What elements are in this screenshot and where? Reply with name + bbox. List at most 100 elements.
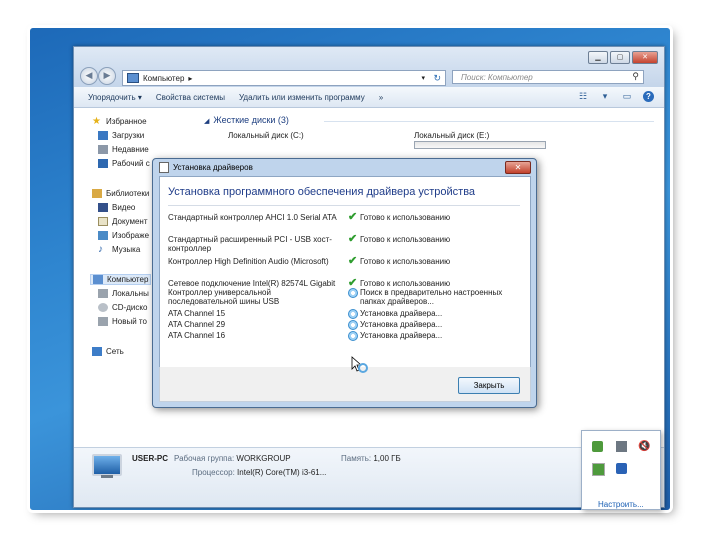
device-status-text: Готово к использованию [360, 235, 451, 244]
help-icon[interactable]: ? [643, 91, 654, 102]
dialog-body: Установка программного обеспечения драйв… [159, 176, 531, 368]
memory-value: 1,00 ГБ [373, 454, 401, 463]
collapse-triangle-icon[interactable]: ◢ [204, 118, 209, 125]
address-bar[interactable]: Компьютер ▸ ▾ ↻ [122, 70, 446, 86]
chevron-down-icon[interactable]: ▾ [599, 91, 611, 102]
group-header[interactable]: ◢ Жесткие диски (3) [204, 115, 289, 125]
device-name: Сетевое подключение Intel(R) 82574L Giga… [168, 279, 336, 288]
group-divider [324, 121, 654, 122]
driver-icon [159, 162, 169, 173]
sidebar-item-local-disk[interactable]: Локальны [98, 289, 149, 298]
dialog-close-icon[interactable]: ✕ [505, 161, 531, 174]
sidebar-item-music[interactable]: ♪ Музыка [98, 245, 141, 255]
device-status: ✔ Готово к использованию [348, 278, 528, 289]
preview-pane-icon[interactable]: ▭ [621, 91, 633, 102]
sidebar-item-desktop[interactable]: Рабочий с [98, 159, 150, 168]
close-window-button[interactable]: ✕ [632, 51, 658, 64]
sidebar-item-libraries[interactable]: Библиотеки [92, 189, 149, 198]
search-input[interactable]: Поиск: Компьютер ⚲ [452, 70, 644, 84]
dialog-heading: Установка программного обеспечения драйв… [168, 186, 476, 198]
dialog-divider [168, 205, 520, 206]
sidebar-item-documents[interactable]: Документ [98, 217, 148, 226]
screenshot-frame: ▁ ▢ ✕ ◀ ▶ Компьютер ▸ ▾ ↻ Поиск: Компьют… [30, 28, 670, 510]
close-button[interactable]: Закрыть [458, 377, 520, 394]
libraries-icon [92, 189, 102, 198]
documents-icon [98, 217, 108, 226]
sidebar-item-downloads[interactable]: Загрузки [98, 131, 144, 140]
device-status-text: Установка драйвера... [360, 309, 443, 318]
disk-c-label[interactable]: Локальный диск (C:) [228, 131, 304, 140]
safely-remove-icon[interactable] [592, 441, 603, 452]
search-icon[interactable]: ⚲ [632, 71, 639, 82]
device-status: ✔ Готово к использованию [348, 234, 528, 245]
sidebar-item-label: Загрузки [112, 131, 145, 140]
sidebar-item-label: Компьютер [107, 275, 149, 284]
device-name: Стандартный контроллер AHCI 1.0 Serial A… [168, 213, 337, 222]
system-properties-button[interactable]: Свойства системы [156, 93, 225, 102]
chevron-right-icon[interactable]: ▸ [188, 74, 192, 83]
organize-button[interactable]: Упорядочить ▾ [88, 93, 142, 102]
customize-link[interactable]: Настроить... [598, 500, 644, 509]
sidebar-item-label: Видео [112, 203, 136, 212]
recent-places-icon [98, 145, 108, 154]
sidebar-item-label: Сеть [106, 347, 124, 356]
command-bar: Упорядочить ▾ Свойства системы Удалить и… [74, 87, 664, 108]
images-icon [98, 231, 108, 240]
details-pane: USER-PC Рабочая группа: WORKGROUP Память… [74, 447, 664, 507]
sidebar-item-label: Музыка [112, 245, 141, 254]
navigation-pane: ★ Избранное Загрузки Недавние Рабочий с … [74, 109, 154, 439]
computer-stand [101, 475, 113, 478]
volume-muted-icon[interactable]: 🔇 [638, 441, 650, 452]
minimize-button[interactable]: ▁ [588, 51, 608, 64]
chevron-down-icon[interactable]: ▾ [421, 74, 425, 82]
group-header-label: Жесткие диски (3) [213, 115, 289, 125]
device-status: ✔ Готово к использованию [348, 256, 528, 267]
device-install-icon[interactable] [592, 463, 605, 476]
dialog-titlebar: Установка драйверов [159, 162, 253, 173]
hard-drive-icon [98, 317, 108, 326]
sidebar-item-label: Локальны [112, 289, 149, 298]
spinner-icon [348, 331, 358, 341]
back-arrow-icon[interactable]: ◀ [80, 67, 98, 85]
sidebar-item-network[interactable]: Сеть [92, 347, 124, 356]
workgroup-label: Рабочая группа: [174, 454, 235, 463]
sidebar-item-label: Библиотеки [106, 189, 150, 198]
sidebar-item-label: Избранное [106, 117, 147, 126]
sidebar-item-images[interactable]: Изображе [98, 231, 149, 240]
action-center-icon[interactable] [616, 463, 627, 474]
cpu-label: Процессор: [192, 468, 235, 477]
maximize-button[interactable]: ▢ [610, 51, 630, 64]
device-name: ATA Channel 16 [168, 331, 226, 340]
device-status: ✔ Готово к использованию [348, 211, 528, 223]
sidebar-item-recent[interactable]: Недавние [98, 145, 149, 154]
more-commands-button[interactable]: » [379, 93, 383, 102]
desktop-icon [98, 159, 108, 168]
sidebar-item-label: Новый то [112, 317, 147, 326]
view-controls: ☷ ▾ ▭ ? [577, 91, 654, 102]
refresh-icon[interactable]: ↻ [433, 73, 441, 84]
sidebar-item-label: CD-диско [112, 303, 148, 312]
busy-cursor-icon [351, 356, 368, 373]
network-tray-icon[interactable] [616, 441, 627, 452]
device-status-text: Установка драйвера... [360, 331, 443, 340]
device-status-text: Поиск в предварительно настроенных папка… [360, 288, 503, 306]
forward-arrow-icon[interactable]: ▶ [98, 67, 116, 85]
view-options-icon[interactable]: ☷ [577, 91, 589, 102]
device-status-text: Готово к использованию [360, 279, 451, 288]
search-placeholder: Поиск: Компьютер [461, 72, 533, 82]
device-status: Установка драйвера... [348, 331, 528, 341]
sidebar-item-video[interactable]: Видео [98, 203, 135, 212]
device-status: Установка драйвера... [348, 309, 528, 319]
disk-e-usage-bar [414, 141, 546, 149]
disk-e-label[interactable]: Локальный диск (E:) [414, 131, 489, 140]
sidebar-item-cd-drive[interactable]: CD-диско [98, 303, 147, 312]
checkmark-icon: ✔ [348, 211, 358, 223]
sidebar-item-new-volume[interactable]: Новый то [98, 317, 147, 326]
breadcrumb[interactable]: Компьютер [143, 74, 184, 83]
sidebar-item-label: Рабочий с [112, 159, 150, 168]
uninstall-program-button[interactable]: Удалить или изменить программу [239, 93, 365, 102]
spinner-icon [348, 288, 358, 298]
sidebar-item-computer[interactable]: Компьютер [90, 274, 152, 285]
workgroup-value: WORKGROUP [236, 454, 291, 463]
sidebar-item-favorites[interactable]: ★ Избранное [92, 117, 147, 127]
